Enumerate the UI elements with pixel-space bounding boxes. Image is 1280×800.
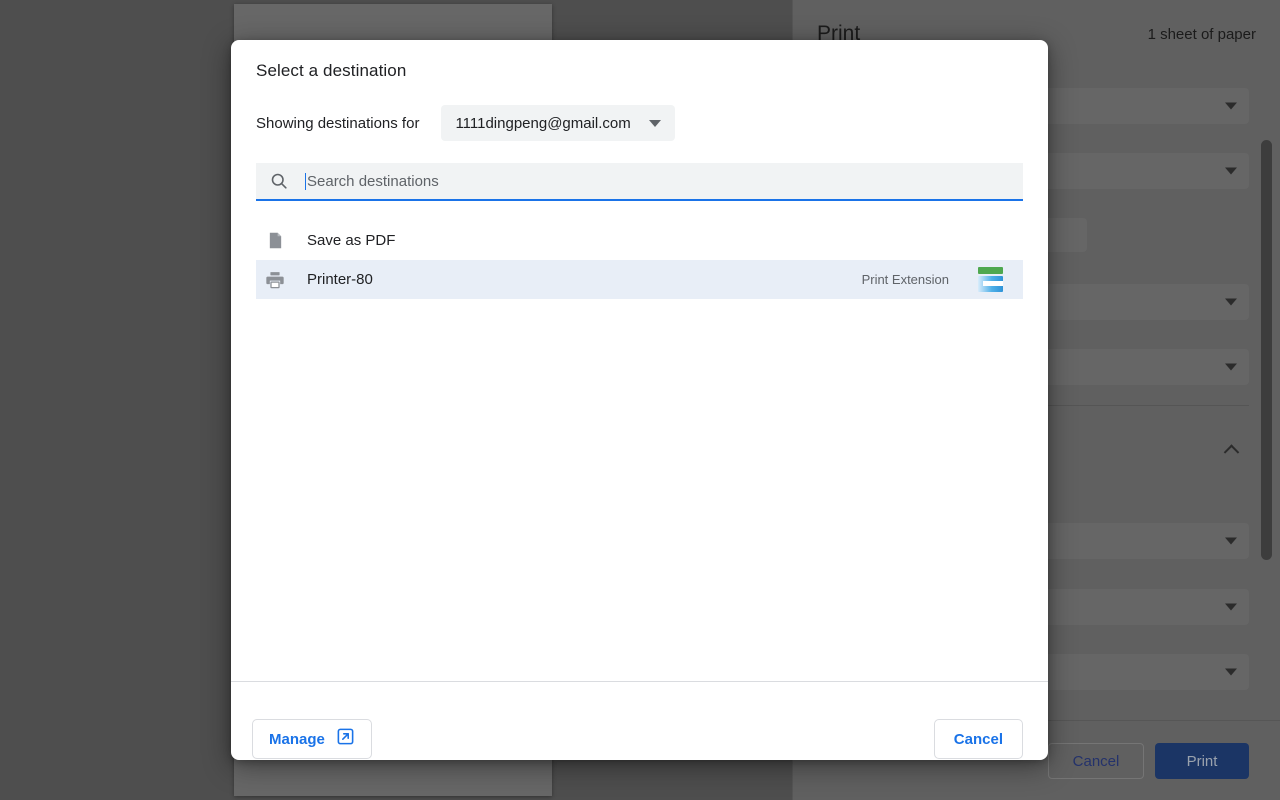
account-label: Showing destinations for [256,114,420,132]
account-value: 1111dingpeng@gmail.com [455,114,631,132]
print-confirm-label: Print [1186,752,1218,770]
chevron-down-icon [1225,167,1237,175]
manage-button[interactable]: Manage [252,719,372,759]
chevron-down-icon [1225,298,1237,306]
manage-button-label: Manage [269,730,325,748]
sheets-summary: 1 sheet of paper [1147,26,1256,43]
chevron-up-icon [1223,444,1240,460]
settings-scrollbar-thumb[interactable] [1261,140,1272,560]
print-confirm-button[interactable]: Print [1155,743,1249,779]
document-icon [265,230,285,252]
cancel-button-label: Cancel [953,730,1003,748]
open-in-new-icon [336,727,355,751]
select-destination-dialog: Select a destination Showing destination… [231,40,1048,760]
search-input[interactable]: Search destinations [306,173,439,190]
printer-icon [265,269,285,291]
dialog-title: Select a destination [256,61,407,80]
chevron-down-icon [648,119,661,127]
cancel-button[interactable]: Cancel [933,719,1023,759]
print-extension-icon [978,267,1003,292]
destination-row-save-as-pdf[interactable]: Save as PDF [256,221,1023,260]
chevron-down-icon [1225,668,1237,676]
settings-scrollbar-track[interactable] [1261,70,1276,690]
search-icon [269,171,289,191]
chevron-down-icon [1225,537,1237,545]
extension-icon-blue-shape [978,276,1003,292]
account-select[interactable]: 1111dingpeng@gmail.com [441,105,675,141]
chevron-down-icon [1225,102,1237,110]
chevron-down-icon [1225,363,1237,371]
destination-name: Printer-80 [307,271,373,288]
chevron-down-icon [1225,603,1237,611]
print-cancel-label: Cancel [1072,752,1120,770]
search-destinations-field[interactable]: Search destinations [256,163,1023,201]
destination-name: Save as PDF [307,232,396,249]
destination-tag: Print Extension [861,272,949,287]
dialog-footer: Manage Cancel [231,682,1048,760]
print-cancel-button[interactable]: Cancel [1048,743,1144,779]
extension-icon-green-bar [978,267,1003,274]
account-row: Showing destinations for 1111dingpeng@gm… [256,105,675,141]
destination-row-printer-80[interactable]: Printer-80 Print Extension [256,260,1023,299]
destination-list: Save as PDF Printer-80 Print Extension [256,221,1023,299]
